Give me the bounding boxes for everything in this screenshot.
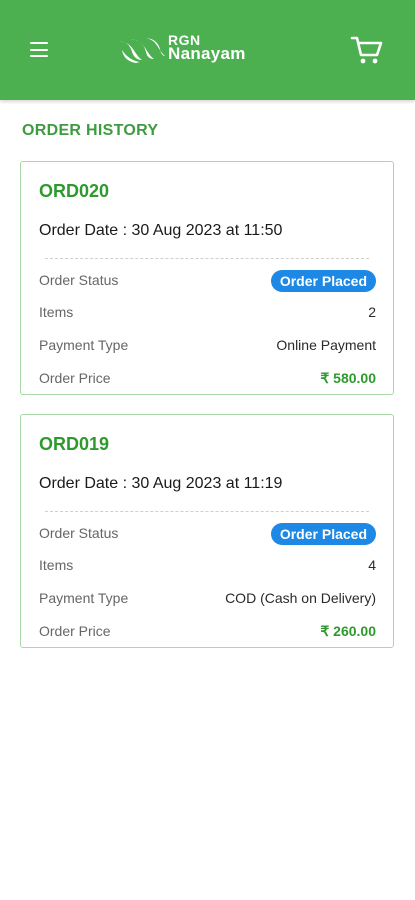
order-price-label: Order Price [39, 370, 111, 386]
dashed-divider [45, 258, 369, 259]
payment-type-row: Payment Type Online Payment [39, 335, 376, 357]
order-id: ORD019 [39, 434, 110, 454]
brand-line2: Nanayam [168, 44, 246, 63]
status-badge: Order Placed [270, 523, 376, 545]
status-badge: Order Placed [270, 270, 376, 292]
items-row: Items 4 [39, 555, 376, 577]
shopping-cart-icon [350, 36, 383, 64]
order-price-value: ₹ 260.00 [320, 623, 376, 639]
payment-type-label: Payment Type [39, 590, 129, 606]
order-status-label: Order Status [39, 272, 119, 288]
order-status-row: Order Status Order Placed [39, 270, 376, 292]
brand-logo[interactable]: RGN Nanayam [116, 30, 286, 70]
order-id: ORD020 [39, 181, 110, 201]
order-card[interactable]: ORD019 Order Date : 30 Aug 2023 at 11:19… [20, 414, 394, 648]
payment-type-value: Online Payment [276, 337, 376, 353]
order-date: Order Date : 30 Aug 2023 at 11:50 [39, 222, 283, 239]
items-label: Items [39, 557, 74, 573]
payment-type-row: Payment Type COD (Cash on Delivery) [39, 588, 376, 610]
order-price-row: Order Price ₹ 260.00 [39, 621, 376, 643]
items-row: Items 2 [39, 302, 376, 324]
items-value: 4 [368, 557, 376, 573]
order-status-row: Order Status Order Placed [39, 523, 376, 545]
items-value: 2 [368, 304, 376, 320]
order-price-label: Order Price [39, 623, 111, 639]
leaf-logo-icon [118, 38, 165, 63]
payment-type-value: COD (Cash on Delivery) [225, 590, 376, 606]
order-status-label: Order Status [39, 525, 119, 541]
cart-button[interactable] [350, 34, 384, 66]
order-price-row: Order Price ₹ 580.00 [39, 368, 376, 390]
payment-type-label: Payment Type [39, 337, 129, 353]
brand-text: RGN Nanayam [168, 33, 246, 63]
order-date: Order Date : 30 Aug 2023 at 11:19 [39, 475, 283, 492]
items-label: Items [39, 304, 74, 320]
app-header: RGN Nanayam [0, 0, 415, 100]
app-screen: RGN Nanayam ORDER HISTORY ORD020 Order D… [0, 0, 415, 900]
menu-button[interactable] [26, 37, 54, 63]
order-price-value: ₹ 580.00 [320, 370, 376, 386]
page-title: ORDER HISTORY [22, 122, 159, 139]
dashed-divider [45, 511, 369, 512]
order-card[interactable]: ORD020 Order Date : 30 Aug 2023 at 11:50… [20, 161, 394, 395]
